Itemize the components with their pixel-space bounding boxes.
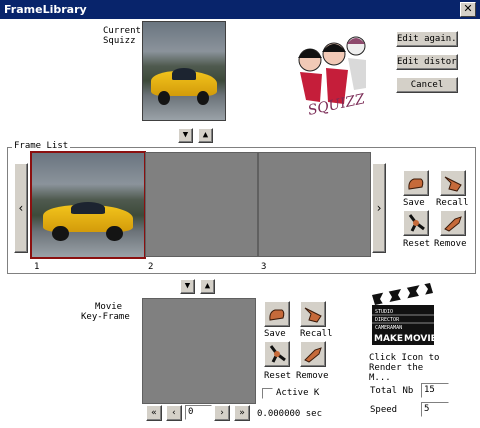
frame-recall-button[interactable] [440,170,466,196]
move-up-button[interactable]: ▲ [198,128,213,143]
movie-move-up-button[interactable]: ▲ [200,279,215,294]
movie-reset-label: Reset [264,371,292,381]
frame-slot-2[interactable] [145,152,258,257]
render-hint-line1: Click Icon to [369,353,440,363]
edit-distort-button[interactable]: Edit distort.. [396,54,458,70]
frame-reset-button[interactable] [403,210,429,236]
total-nb-input[interactable]: 15 [421,383,449,398]
reset-icon [269,345,286,363]
car-image [143,22,225,120]
clapper-movie-text: MOVIE [404,334,436,344]
frame-slot-1[interactable] [30,151,146,259]
movie-recall-button[interactable] [300,301,326,327]
render-movie-clapper-icon[interactable]: STUDIO DIRECTOR CAMERAMAN MAKE MOVIE [370,281,437,347]
speed-label: Speed [370,405,398,415]
clapper-cameraman-text: CAMERAMAN [375,325,402,331]
clapper-studio-text: STUDIO [375,309,393,315]
frame-list-legend: Frame List [12,141,71,151]
first-frame-button[interactable]: « [146,405,162,421]
current-label-line1: Current [103,26,141,36]
frame-slot-3[interactable] [258,152,371,257]
frame-index-input[interactable]: 0 [185,405,212,420]
frame-remove-label: Remove [434,239,467,249]
close-button[interactable]: ✕ [460,2,476,17]
squizz-logo: SQUIZZ [292,30,374,119]
movie-recall-label: Recall [300,329,333,339]
movie-move-down-button[interactable]: ▼ [180,279,195,294]
current-label-line2: Squizz [103,36,136,46]
clapper-director-text: DIRECTOR [375,317,400,323]
clapper-make-text: MAKE [374,334,403,344]
next-frame-button[interactable]: › [214,405,230,421]
car-image [32,153,144,257]
remove-icon [304,347,322,363]
frame-number-2: 2 [148,262,154,272]
scroll-right-button[interactable]: › [372,163,386,253]
movie-reset-button[interactable] [264,341,290,367]
frame-number-1: 1 [34,262,40,272]
remove-icon [444,216,462,232]
movie-remove-label: Remove [296,371,329,381]
render-hint-line2: Render the [369,363,424,373]
prev-frame-button[interactable]: ‹ [166,405,182,421]
window-title: FrameLibrary [4,3,87,16]
movie-label-line1: Movie [95,302,123,312]
speed-input[interactable]: 5 [421,402,449,417]
recall-hand-icon [444,176,462,192]
title-bar: FrameLibrary ✕ [0,0,480,19]
movie-remove-button[interactable] [300,341,326,367]
save-hand-icon [408,178,424,190]
movie-keyframe-preview[interactable] [142,298,256,404]
time-readout: 0.000000 sec [257,409,323,419]
frame-reset-label: Reset [403,239,431,249]
save-hand-icon [269,309,285,321]
current-squizz-preview [142,21,226,121]
active-k-checkbox[interactable] [262,388,273,399]
frame-remove-button[interactable] [440,210,466,236]
render-hint-line3: M... [369,373,391,383]
movie-save-button[interactable] [264,301,290,327]
reset-icon [408,214,425,232]
total-nb-label: Total Nb [370,386,414,396]
movie-label-line2: Key-Frame [81,312,130,322]
move-down-button[interactable]: ▼ [178,128,193,143]
scroll-left-button[interactable]: ‹ [14,163,28,253]
active-k-label: Active K [276,388,320,398]
frame-save-button[interactable] [403,170,429,196]
frame-recall-label: Recall [436,198,469,208]
movie-save-label: Save [264,329,286,339]
frame-save-label: Save [403,198,425,208]
last-frame-button[interactable]: » [234,405,250,421]
recall-hand-icon [304,307,322,323]
frame-number-3: 3 [261,262,267,272]
cancel-button[interactable]: Cancel [396,77,458,93]
edit-again-button[interactable]: Edit again.. [396,31,458,47]
